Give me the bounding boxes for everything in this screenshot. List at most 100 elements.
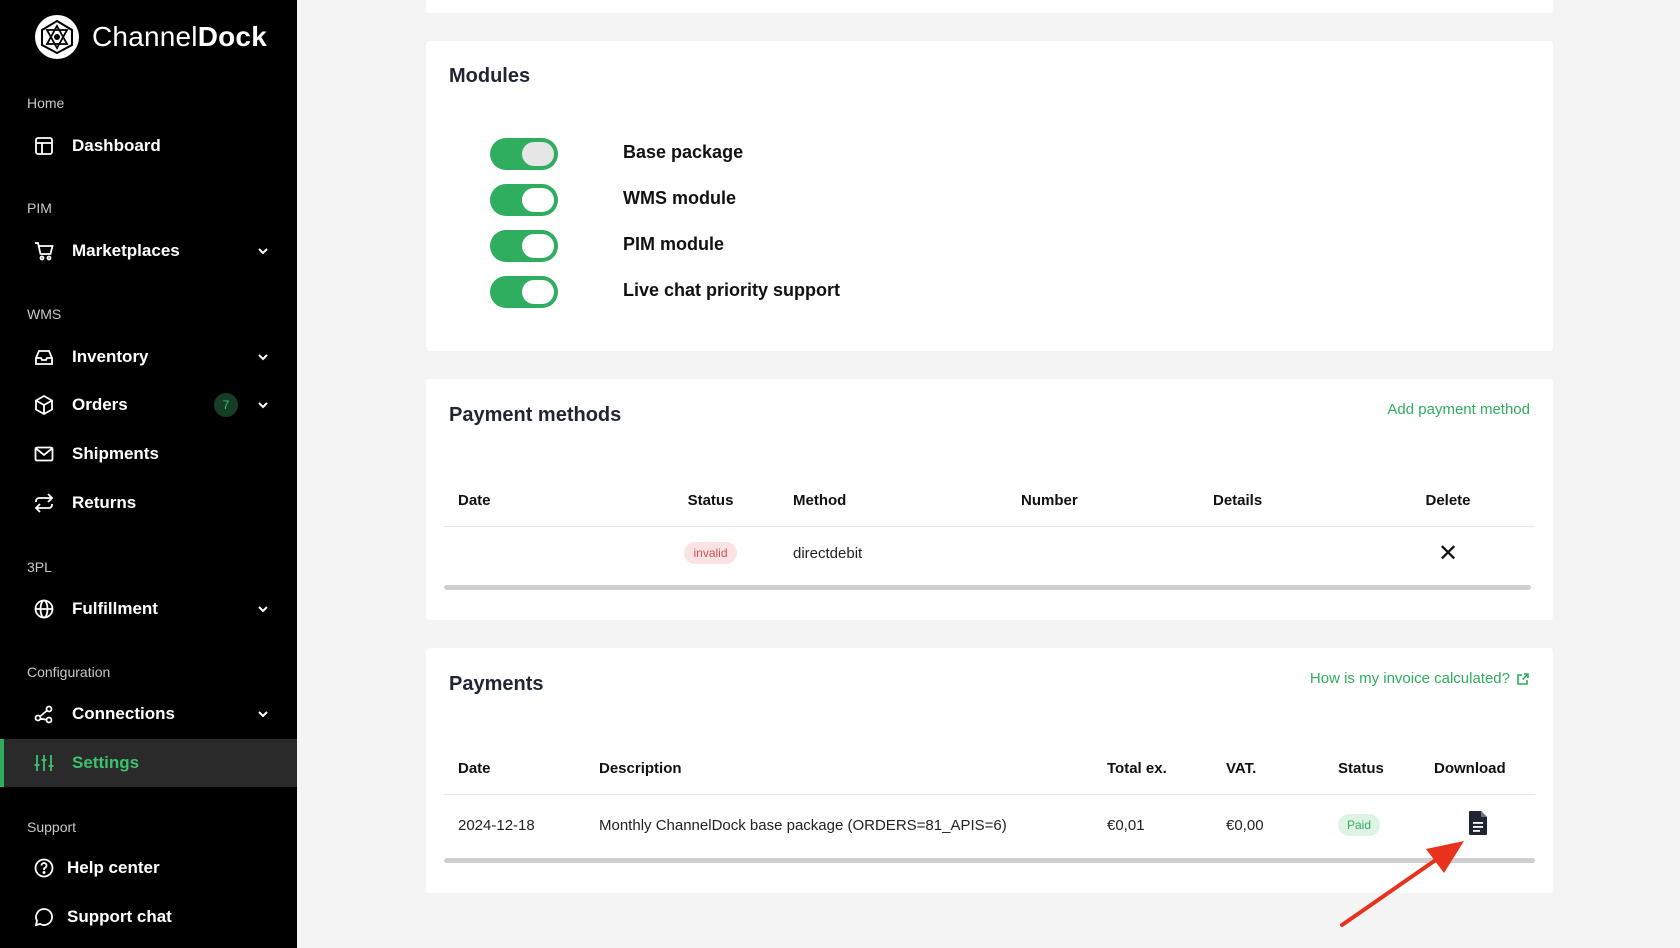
col-download: Download — [1420, 744, 1535, 795]
toggle-base-package[interactable] — [490, 138, 558, 170]
invoice-calculation-link-label: How is my invoice calculated? — [1309, 670, 1510, 687]
col-delete: Delete — [1361, 476, 1535, 527]
col-details: Details — [1199, 476, 1361, 527]
module-label-base-package: Base package — [623, 142, 744, 162]
chevron-down-icon[interactable] — [256, 707, 270, 721]
chevron-down-icon[interactable] — [256, 602, 270, 616]
chevron-down-icon[interactable] — [256, 350, 270, 364]
sidebar-item-shipments[interactable]: Shipments — [0, 430, 297, 478]
section-label-home: Home — [27, 95, 65, 111]
chevron-down-icon[interactable] — [256, 398, 270, 412]
cell-vat: €0,00 — [1226, 816, 1264, 834]
payment-methods-title: Payment methods — [449, 404, 622, 426]
sidebar-item-label: Help center — [67, 858, 160, 877]
table-header-row: Date Status Method Number Details Delete — [444, 476, 1535, 527]
sidebar-item-support-chat[interactable]: Support chat — [0, 893, 297, 941]
external-link-icon — [1517, 672, 1529, 685]
sidebar: ChannelDock Home Dashboard PIM Marketpla… — [0, 0, 297, 948]
payments-title: Payments — [449, 673, 544, 695]
globe-icon — [34, 599, 54, 619]
cell-status: invalid — [642, 526, 779, 580]
sidebar-item-label: Fulfillment — [72, 599, 158, 618]
orders-count-badge: 7 — [214, 393, 238, 417]
payment-methods-card: Payment methods Add payment method Date … — [426, 379, 1553, 620]
toggle-live-chat-support[interactable] — [490, 276, 558, 308]
sidebar-item-label: Marketplaces — [72, 241, 180, 260]
toggle-knob — [522, 280, 554, 304]
section-label-pim: PIM — [27, 200, 52, 216]
inbox-icon — [35, 350, 53, 365]
sidebar-item-label: Connections — [72, 704, 175, 723]
sidebar-item-inventory[interactable]: Inventory — [0, 333, 297, 381]
cell-description: Monthly ChannelDock base package (ORDERS… — [599, 816, 1007, 834]
module-label-wms: WMS module — [623, 188, 736, 208]
cell-details — [1199, 526, 1361, 580]
toggle-knob — [522, 188, 554, 212]
table-row: invalid directdebit ✕ — [444, 526, 1535, 580]
box-icon — [35, 394, 53, 416]
share-icon — [34, 705, 53, 724]
col-date: Date — [444, 744, 585, 795]
col-date: Date — [444, 476, 642, 527]
help-icon — [34, 858, 54, 878]
cell-number — [1007, 526, 1199, 580]
col-total: Total ex. — [1093, 744, 1212, 795]
channeldock-logo-icon — [35, 15, 79, 59]
section-label-configuration: Configuration — [27, 664, 111, 680]
add-payment-method-link[interactable]: Add payment method — [1387, 401, 1530, 418]
cell-total: €0,01 — [1107, 816, 1145, 834]
sidebar-item-label: Inventory — [72, 347, 149, 366]
col-status: Status — [1324, 744, 1420, 795]
payment-methods-table: Date Status Method Number Details Delete… — [444, 476, 1535, 580]
table-header-row: Date Description Total ex. VAT. Status D… — [444, 744, 1535, 795]
sidebar-item-dashboard[interactable]: Dashboard — [0, 122, 297, 170]
dashboard-icon — [35, 137, 53, 155]
module-label-live-chat: Live chat priority support — [623, 280, 841, 300]
invoice-calculation-link[interactable]: How is my invoice calculated? — [1310, 670, 1530, 687]
col-description: Description — [585, 744, 1093, 795]
status-badge: Paid — [1338, 814, 1381, 837]
sidebar-item-fulfillment[interactable]: Fulfillment — [0, 585, 297, 633]
sidebar-item-connections[interactable]: Connections — [0, 690, 297, 738]
modules-card: Modules Base package WMS module PIM modu… — [426, 41, 1553, 351]
sidebar-item-label: Support chat — [67, 907, 172, 926]
brand-name: ChannelDock — [92, 21, 267, 52]
sidebar-item-settings[interactable]: Settings — [0, 739, 297, 787]
section-label-support: Support — [27, 819, 77, 835]
chevron-down-icon[interactable] — [256, 244, 270, 258]
delete-icon[interactable]: ✕ — [1361, 526, 1535, 580]
sidebar-item-label: Shipments — [72, 444, 159, 463]
sidebar-item-label: Returns — [72, 493, 137, 512]
annotation-arrow-icon — [1340, 841, 1464, 927]
toggle-pim-module[interactable] — [490, 230, 558, 262]
modules-title: Modules — [449, 65, 531, 87]
sidebar-item-marketplaces[interactable]: Marketplaces — [0, 227, 297, 275]
toggle-wms-module[interactable] — [490, 184, 558, 216]
status-badge: invalid — [684, 542, 737, 565]
cell-date: 2024-12-18 — [458, 816, 535, 834]
toggle-knob — [522, 234, 554, 258]
returns-icon — [34, 493, 54, 513]
sidebar-item-orders[interactable]: Orders 7 — [0, 381, 297, 429]
sidebar-item-returns[interactable]: Returns — [0, 479, 297, 527]
previous-card — [426, 0, 1553, 13]
mail-icon — [34, 446, 54, 462]
brand-logo[interactable]: ChannelDock — [34, 14, 267, 60]
document-download-icon[interactable] — [1468, 810, 1488, 836]
sidebar-item-help-center[interactable]: Help center — [0, 844, 297, 892]
cart-icon — [35, 242, 54, 261]
section-label-wms: WMS — [27, 306, 62, 322]
cell-method: directdebit — [793, 544, 863, 562]
chat-icon — [34, 908, 53, 927]
section-label-3pl: 3PL — [27, 559, 52, 575]
sidebar-item-label: Orders — [72, 395, 128, 414]
horizontal-scrollbar[interactable] — [444, 585, 1531, 590]
col-method: Method — [779, 476, 1007, 527]
toggle-knob — [522, 142, 554, 166]
col-number: Number — [1007, 476, 1199, 527]
module-label-pim: PIM module — [623, 234, 725, 254]
cell-date — [444, 526, 642, 580]
col-vat: VAT. — [1212, 744, 1324, 795]
sidebar-item-label: Settings — [72, 753, 140, 772]
sliders-icon — [34, 755, 54, 771]
